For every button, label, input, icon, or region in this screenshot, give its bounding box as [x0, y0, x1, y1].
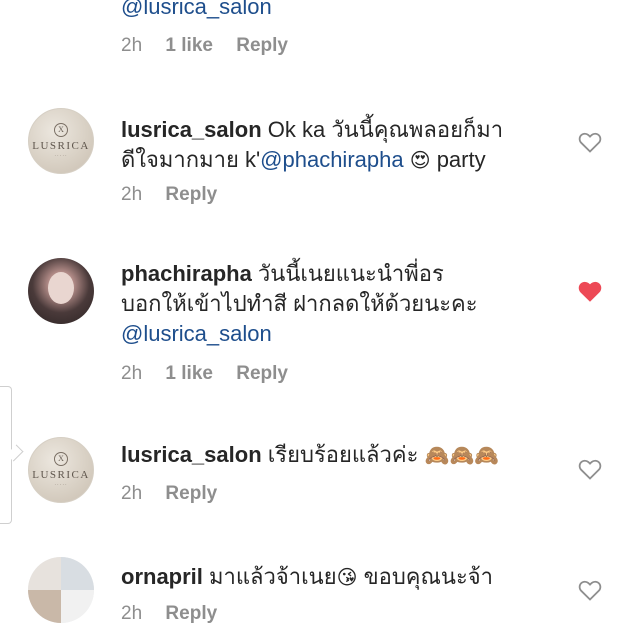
comment-body-line1: เรียบร้อยแล้วค่ะ [261, 442, 419, 467]
avatar-logo-text: LUSRICA [32, 140, 90, 152]
likes-count[interactable]: 1 like [165, 35, 213, 56]
comment-body-line1: วันนี้เนยแนะนำพี่อร [251, 261, 444, 286]
avatar-photo-quadrant [61, 557, 94, 590]
avatar[interactable]: X LUSRICA ····· [28, 437, 94, 503]
comments-screen: @lusrica_salon 2h 1 like Reply X LUSRICA… [0, 0, 640, 640]
comment-text: lusrica_salon Ok ka วันนี้คุณพลอยก็มา ดี… [121, 115, 541, 175]
comment-username[interactable]: lusrica_salon [121, 117, 262, 142]
avatar-logo-sub: ····· [54, 153, 68, 159]
comment-time: 2h [121, 184, 143, 205]
reply-button[interactable]: Reply [236, 35, 288, 56]
like-heart-icon[interactable] [578, 458, 602, 480]
avatar[interactable] [28, 557, 94, 623]
comment-time: 2h [121, 483, 143, 504]
comment-body-line2: บอกให้เข้าไปทำสี ฝากลดให้ด้วยนะคะ [121, 291, 478, 316]
salon-logo-icon: X [54, 123, 68, 137]
kiss-emoji: 😘 [336, 565, 358, 589]
avatar-photo-quadrant [61, 590, 94, 623]
avatar-face [48, 272, 74, 304]
comment-time: 2h [121, 35, 143, 56]
reply-button[interactable]: Reply [165, 603, 217, 624]
comment-meta: 2h 1 like Reply [121, 35, 306, 57]
comment-text: lusrica_salon เรียบร้อยแล้วค่ะ 🙈🙈🙈 [121, 440, 541, 470]
comment-time: 2h [121, 603, 143, 624]
comment-text: phachirapha วันนี้เนยแนะนำพี่อร บอกให้เข… [121, 259, 541, 349]
avatar-logo-text: LUSRICA [32, 469, 90, 481]
avatar-logo-sub: ····· [54, 482, 68, 488]
comment-username[interactable]: phachirapha [121, 261, 252, 286]
likes-count[interactable]: 1 like [165, 363, 213, 384]
reply-button[interactable]: Reply [165, 184, 217, 205]
comment-time: 2h [121, 363, 143, 384]
liked-heart-icon[interactable] [578, 280, 602, 302]
mention-link[interactable]: @lusrica_salon [121, 0, 272, 19]
heart-eyes-emoji: 😍 [409, 148, 431, 172]
see-no-evil-emoji: 🙈🙈🙈 [424, 443, 500, 467]
comment-text: ornapril มาแล้วจ้าเนย😘 ขอบคุณนะจ้า [121, 562, 541, 592]
comment-body-end: ขอบคุณนะจ้า [357, 564, 494, 589]
like-heart-icon[interactable] [578, 131, 602, 153]
salon-logo-icon: X [54, 452, 68, 466]
avatar[interactable]: X LUSRICA ····· [28, 108, 94, 174]
mention-link[interactable]: @lusrica_salon [121, 319, 541, 349]
comment-meta: 2h Reply [121, 603, 235, 625]
avatar-photo-quadrant [28, 557, 61, 590]
comment-text: @lusrica_salon [121, 0, 541, 22]
avatar-photo-quadrant [28, 590, 61, 623]
reply-button[interactable]: Reply [236, 363, 288, 384]
comment-body-line1: มาแล้วจ้าเนย [202, 564, 337, 589]
comment-username[interactable]: lusrica_salon [121, 442, 262, 467]
comment-body-line1: Ok ka วันนี้คุณพลอยก็มา [261, 117, 504, 142]
like-heart-icon[interactable] [578, 579, 602, 601]
avatar[interactable] [28, 258, 94, 324]
comment-meta: 2h 1 like Reply [121, 363, 306, 385]
mention-link[interactable]: @phachirapha [260, 147, 403, 172]
comment-meta: 2h Reply [121, 184, 235, 206]
comment-body-line2-end: party [430, 147, 486, 172]
comment-meta: 2h Reply [121, 483, 235, 505]
reply-button[interactable]: Reply [165, 483, 217, 504]
comment-username[interactable]: ornapril [121, 564, 203, 589]
comment-body-line2: ดีใจมากมาย k' [121, 147, 261, 172]
